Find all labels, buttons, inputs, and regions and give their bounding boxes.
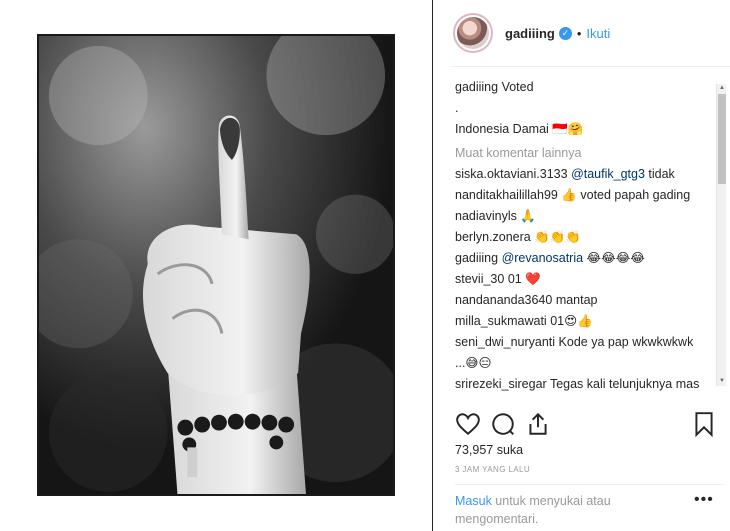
login-link[interactable]: Masuk bbox=[455, 494, 492, 508]
save-button[interactable] bbox=[691, 411, 717, 438]
author-avatar[interactable] bbox=[453, 13, 493, 53]
comment-item: seni_dwi_nuryanti Kode ya pap wkwkwkwk bbox=[455, 332, 717, 353]
comment-username[interactable]: siska.oktaviani.3133 bbox=[455, 167, 568, 181]
comment-item: siska.oktaviani.3133 @taufik_gtg3 tidak bbox=[455, 164, 717, 185]
like-button[interactable] bbox=[455, 411, 481, 437]
scroll-down-arrow-icon[interactable]: ▼ bbox=[718, 377, 726, 386]
comment-username[interactable]: stevii_30 bbox=[455, 272, 504, 286]
comment-text: 01😍👍 bbox=[550, 314, 593, 328]
share-button[interactable] bbox=[525, 411, 551, 437]
comments-scrollbar[interactable]: ▲ ▼ bbox=[716, 84, 726, 386]
likes-label: suka bbox=[496, 443, 524, 457]
separator-dot: • bbox=[576, 25, 582, 41]
comment-text: tidak bbox=[644, 167, 675, 181]
comment-text: 🙏 bbox=[520, 209, 536, 223]
comment-item: nandananda3640 mantap bbox=[455, 290, 717, 311]
comment-text: 01 ❤️ bbox=[507, 272, 541, 286]
comment-text: 👏👏👏 bbox=[534, 230, 581, 244]
comment-username[interactable]: seni_dwi_nuryanti bbox=[455, 335, 555, 349]
comment-username[interactable]: nadiavinyls bbox=[455, 209, 517, 223]
caption-username[interactable]: gadiiing bbox=[455, 80, 498, 94]
comments-list[interactable]: gadiiing Voted . Indonesia Damai 🇮🇩🤗 Mua… bbox=[455, 77, 717, 395]
post-photo-pane bbox=[0, 0, 432, 531]
post-timestamp[interactable]: 3 JAM YANG LALU bbox=[455, 465, 530, 474]
bookmark-icon bbox=[695, 412, 713, 438]
load-more-comments-link[interactable]: Muat komentar lainnya bbox=[455, 143, 717, 164]
comment-username[interactable]: gadiiing bbox=[455, 251, 498, 265]
comment-mention[interactable]: @taufik_gtg3 bbox=[571, 167, 645, 181]
caption-line: . bbox=[455, 101, 459, 115]
post-header: gadiiing ✓ • Ikuti bbox=[433, 0, 730, 66]
login-prompt: Masuk untuk menyukai atau mengomentari. bbox=[455, 492, 685, 528]
comment-text-continued: ...😅😑 bbox=[455, 356, 492, 370]
comment-item: srirezeki_siregar Tegas kali telunjuknya… bbox=[455, 374, 717, 395]
footer-divider bbox=[455, 484, 725, 485]
comment-username[interactable]: srirezeki_siregar bbox=[455, 377, 547, 391]
comment-mention[interactable]: @revanosatria bbox=[502, 251, 583, 265]
verified-badge-icon: ✓ bbox=[558, 26, 572, 40]
scroll-up-arrow-icon[interactable]: ▲ bbox=[718, 84, 726, 93]
comment-text: mantap bbox=[555, 293, 598, 307]
comment-username[interactable]: milla_sukmawati bbox=[455, 314, 547, 328]
header-divider bbox=[450, 66, 730, 67]
more-options-icon[interactable]: ••• bbox=[694, 491, 714, 509]
comment-text: Tegas kali telunjuknya mas bbox=[549, 377, 700, 391]
inked-finger-photo bbox=[39, 36, 393, 494]
comment-item: gadiiing @revanosatria 😂😂😂😂 bbox=[455, 248, 717, 269]
likes-count[interactable]: 73,957 suka bbox=[455, 443, 523, 457]
comment-item: berlyn.zonera 👏👏👏 bbox=[455, 227, 717, 248]
post-photo[interactable] bbox=[37, 34, 395, 496]
comment-text: 😂😂😂😂 bbox=[583, 251, 645, 265]
scroll-thumb[interactable] bbox=[718, 94, 726, 184]
comment-item: nanditakhailillah99 👍 voted papah gading bbox=[455, 185, 717, 206]
likes-number: 73,957 bbox=[455, 443, 494, 457]
comment-item: milla_sukmawati 01😍👍 bbox=[455, 311, 717, 332]
comment-text: Kode ya pap wkwkwkwk bbox=[558, 335, 694, 349]
caption-line: Indonesia Damai 🇮🇩🤗 bbox=[455, 122, 584, 136]
comment-item: stevii_30 01 ❤️ bbox=[455, 269, 717, 290]
follow-button[interactable]: Ikuti bbox=[586, 26, 610, 41]
action-bar bbox=[455, 411, 727, 439]
comment-text: 👍 voted papah gading bbox=[561, 188, 691, 202]
heart-icon bbox=[456, 413, 480, 436]
comment-item: nadiavinyls 🙏 bbox=[455, 206, 717, 227]
comment-icon bbox=[492, 413, 514, 435]
comment-username[interactable]: nandananda3640 bbox=[455, 293, 552, 307]
comment-username[interactable]: nanditakhailillah99 bbox=[455, 188, 558, 202]
caption: gadiiing Voted bbox=[455, 77, 717, 98]
comment-button[interactable] bbox=[490, 411, 516, 437]
author-username[interactable]: gadiiing bbox=[505, 26, 555, 41]
comment-username[interactable]: berlyn.zonera bbox=[455, 230, 531, 244]
caption-text: Voted bbox=[501, 80, 534, 94]
share-icon bbox=[529, 412, 547, 435]
